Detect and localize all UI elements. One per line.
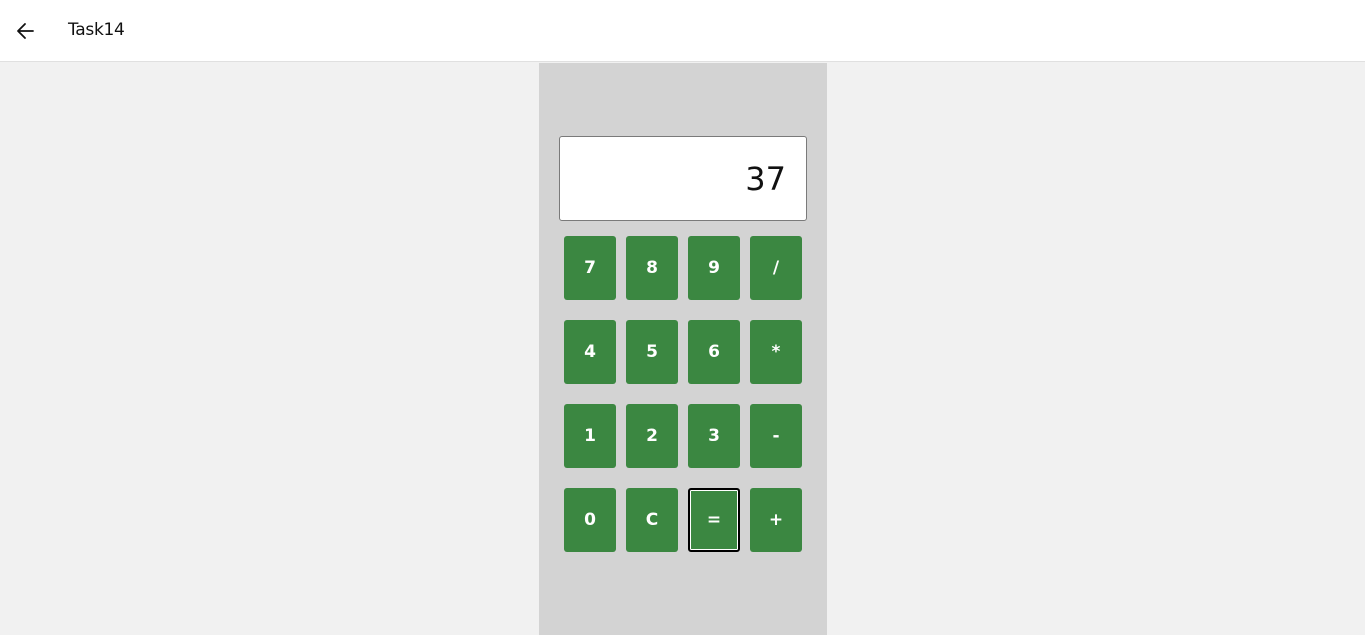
key-add[interactable]: + <box>750 488 802 552</box>
calculator-display: 37 <box>559 136 807 221</box>
key-multiply[interactable]: * <box>750 320 802 384</box>
key-3[interactable]: 3 <box>688 404 740 468</box>
main-content: 37 7 8 9 / 4 5 6 * 1 2 3 - 0 C = + <box>0 63 1365 635</box>
key-clear[interactable]: C <box>626 488 678 552</box>
key-7[interactable]: 7 <box>564 236 616 300</box>
key-subtract[interactable]: - <box>750 404 802 468</box>
key-2[interactable]: 2 <box>626 404 678 468</box>
key-equals[interactable]: = <box>688 488 740 552</box>
title-bar: Task14 <box>0 0 1365 62</box>
calculator-panel: 37 7 8 9 / 4 5 6 * 1 2 3 - 0 C = + <box>539 63 827 635</box>
key-9[interactable]: 9 <box>688 236 740 300</box>
key-5[interactable]: 5 <box>626 320 678 384</box>
arrow-left-icon <box>17 23 34 39</box>
key-6[interactable]: 6 <box>688 320 740 384</box>
key-8[interactable]: 8 <box>626 236 678 300</box>
key-4[interactable]: 4 <box>564 320 616 384</box>
key-1[interactable]: 1 <box>564 404 616 468</box>
back-button[interactable] <box>10 15 42 47</box>
key-divide[interactable]: / <box>750 236 802 300</box>
app-title: Task14 <box>68 20 125 40</box>
key-0[interactable]: 0 <box>564 488 616 552</box>
